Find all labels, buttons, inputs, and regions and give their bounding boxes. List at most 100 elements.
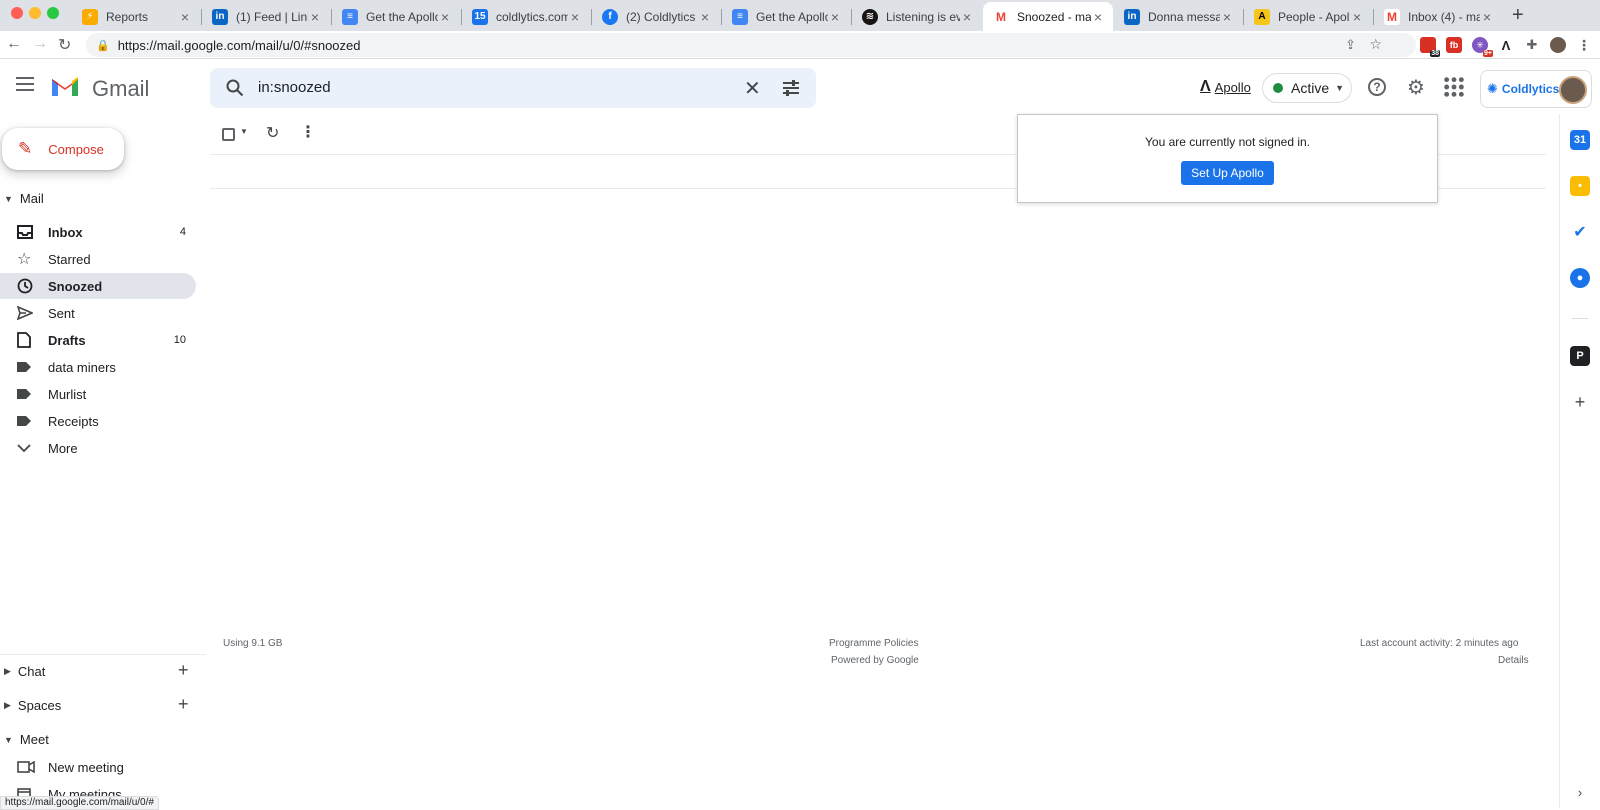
new-chat-plus-icon[interactable]: +	[178, 660, 189, 681]
unread-count: 4	[179, 226, 186, 238]
sidebar-item-murlist[interactable]: Murlist	[0, 381, 196, 407]
apollo-link[interactable]: Λ Apollo	[1200, 78, 1251, 96]
refresh-icon[interactable]: ↻	[266, 123, 279, 143]
address-bar[interactable]: 🔒 https://mail.google.com/mail/u/0/#snoo…	[86, 33, 1416, 57]
sidebar-item-snoozed[interactable]: Snoozed	[0, 273, 196, 299]
meet-section-header[interactable]: ▼ Meet	[4, 732, 49, 747]
extension-calendar-icon[interactable]: 38	[1420, 37, 1440, 57]
sidebar-item-label: Murlist	[48, 386, 87, 402]
apollo-logo-icon: Λ	[1200, 78, 1211, 95]
clear-search-icon[interactable]: ✕	[744, 76, 761, 101]
meet-item-new-meeting[interactable]: New meeting	[0, 754, 196, 780]
window-close-button[interactable]	[11, 7, 23, 19]
puzzle-icon[interactable]: ✚	[1524, 37, 1540, 53]
back-icon[interactable]: ←	[6, 35, 22, 53]
get-addons-plus-icon[interactable]: +	[1570, 392, 1590, 412]
browser-tab[interactable]: in (1) Feed | LinkedIn ×	[202, 2, 330, 31]
forward-icon[interactable]: →	[32, 35, 48, 53]
browser-tab[interactable]: ⚡ Reports ×	[72, 2, 200, 31]
extension-asterisk-icon[interactable]: ✳ 9+	[1472, 37, 1493, 57]
sidebar-item-sent[interactable]: Sent	[0, 300, 196, 326]
activity-details-link[interactable]: Details	[1498, 655, 1529, 666]
close-icon[interactable]: ×	[568, 9, 582, 25]
sidebar-item-inbox[interactable]: Inbox 4	[0, 219, 196, 245]
select-all-checkbox[interactable]	[222, 128, 235, 141]
sidebar-item-more[interactable]: More	[0, 435, 196, 461]
browser-tab[interactable]: M Inbox (4) - matt ×	[1374, 2, 1502, 31]
chevron-right-icon[interactable]: ›	[1570, 782, 1590, 802]
facebook-icon: f	[602, 8, 618, 25]
share-icon[interactable]: ⇪	[1345, 37, 1356, 53]
browser-tab[interactable]: A People - Apollo ×	[1244, 2, 1372, 31]
compose-button[interactable]: ✎ Compose	[2, 128, 124, 170]
search-input[interactable]: in:snoozed	[258, 79, 331, 96]
sidebar-item-receipts[interactable]: Receipts	[0, 408, 196, 434]
spaces-section-header[interactable]: ▶ Spaces	[4, 698, 61, 713]
avatar[interactable]	[1559, 76, 1587, 104]
triangle-right-icon: ▶	[4, 666, 11, 676]
addon-p-icon[interactable]: P	[1570, 346, 1590, 366]
apps-grid-icon[interactable]	[1443, 76, 1465, 98]
browser-tab[interactable]: ≡ Get the Apollo.io ×	[332, 2, 460, 31]
browser-menu-icon[interactable]: ⋮	[1576, 37, 1592, 53]
linkedin-icon: in	[212, 8, 228, 25]
sidebar-item-label: Starred	[48, 251, 91, 267]
close-icon[interactable]: ×	[438, 9, 452, 25]
browser-tab[interactable]: f (2) Coldlytics - ×	[592, 2, 720, 31]
chat-section-header[interactable]: ▶ Chat	[4, 664, 45, 679]
close-icon[interactable]: ×	[1220, 9, 1234, 25]
new-tab-button[interactable]: +	[1512, 4, 1524, 27]
account-switcher[interactable]: ✺ Coldlytics	[1480, 70, 1592, 108]
side-panel-divider	[1572, 318, 1588, 319]
tasks-app-icon[interactable]: ✔	[1570, 222, 1590, 242]
apollo-extension-icon[interactable]: Λ	[1498, 37, 1514, 53]
browser-tab-active[interactable]: M Snoozed - matt ×	[983, 2, 1113, 31]
help-icon[interactable]: ?	[1368, 78, 1386, 96]
sidebar-item-data-miners[interactable]: data miners	[0, 354, 196, 380]
keep-app-icon[interactable]: •	[1570, 176, 1590, 196]
more-options-icon[interactable]: ⋮	[300, 122, 316, 142]
search-bar[interactable]: in:snoozed ✕	[210, 68, 816, 108]
sidebar-item-starred[interactable]: ☆ Starred	[0, 246, 196, 272]
close-icon[interactable]: ×	[828, 9, 842, 25]
close-icon[interactable]: ×	[960, 9, 974, 25]
window-maximize-button[interactable]	[47, 7, 59, 19]
programme-policies-link[interactable]: Programme Policies	[829, 638, 918, 649]
coldlytics-logo-icon: ✺	[1487, 81, 1498, 96]
close-icon[interactable]: ×	[178, 9, 192, 25]
browser-tab[interactable]: 15 coldlytics.com – ×	[462, 2, 590, 31]
inbox-icon	[0, 225, 48, 239]
main-menu-icon[interactable]	[16, 77, 34, 91]
url-text: https://mail.google.com/mail/u/0/#snooze…	[117, 37, 361, 53]
compose-label: Compose	[48, 141, 104, 157]
status-dropdown[interactable]: Active ▼	[1262, 73, 1352, 103]
profile-avatar[interactable]	[1550, 37, 1566, 53]
close-icon[interactable]: ×	[1091, 9, 1105, 25]
setup-apollo-button[interactable]: Set Up Apollo	[1181, 161, 1274, 185]
video-plus-icon	[0, 761, 48, 773]
gmail-wordmark: Gmail	[92, 76, 150, 101]
settings-gear-icon[interactable]: ⚙	[1405, 76, 1427, 99]
search-icon[interactable]	[226, 79, 244, 97]
browser-tab[interactable]: in Donna message ×	[1114, 2, 1242, 31]
bookmark-star-icon[interactable]: ☆	[1369, 36, 1382, 53]
browser-tab[interactable]: ≡ Get the Apollo.io ×	[722, 2, 850, 31]
extension-fb-icon[interactable]: fb	[1446, 37, 1462, 53]
caret-down-icon[interactable]: ▼	[240, 127, 248, 136]
sidebar-item-label: data miners	[48, 359, 116, 375]
send-icon	[0, 306, 48, 320]
new-space-plus-icon[interactable]: +	[178, 694, 189, 715]
reload-icon[interactable]: ↻	[58, 35, 71, 55]
sidebar-item-label: Drafts	[48, 332, 86, 348]
close-icon[interactable]: ×	[1480, 9, 1494, 25]
sidebar-item-drafts[interactable]: Drafts 10	[0, 327, 196, 353]
window-minimize-button[interactable]	[29, 7, 41, 19]
contacts-app-icon[interactable]: ●	[1570, 268, 1590, 288]
close-icon[interactable]: ×	[1350, 9, 1364, 25]
browser-tab[interactable]: ≋ Listening is every ×	[852, 2, 982, 31]
calendar-app-icon[interactable]: 31	[1570, 130, 1590, 150]
search-options-icon[interactable]	[782, 79, 800, 97]
mail-section-header[interactable]: ▼ Mail	[4, 191, 44, 206]
close-icon[interactable]: ×	[308, 9, 322, 25]
close-icon[interactable]: ×	[698, 9, 712, 25]
